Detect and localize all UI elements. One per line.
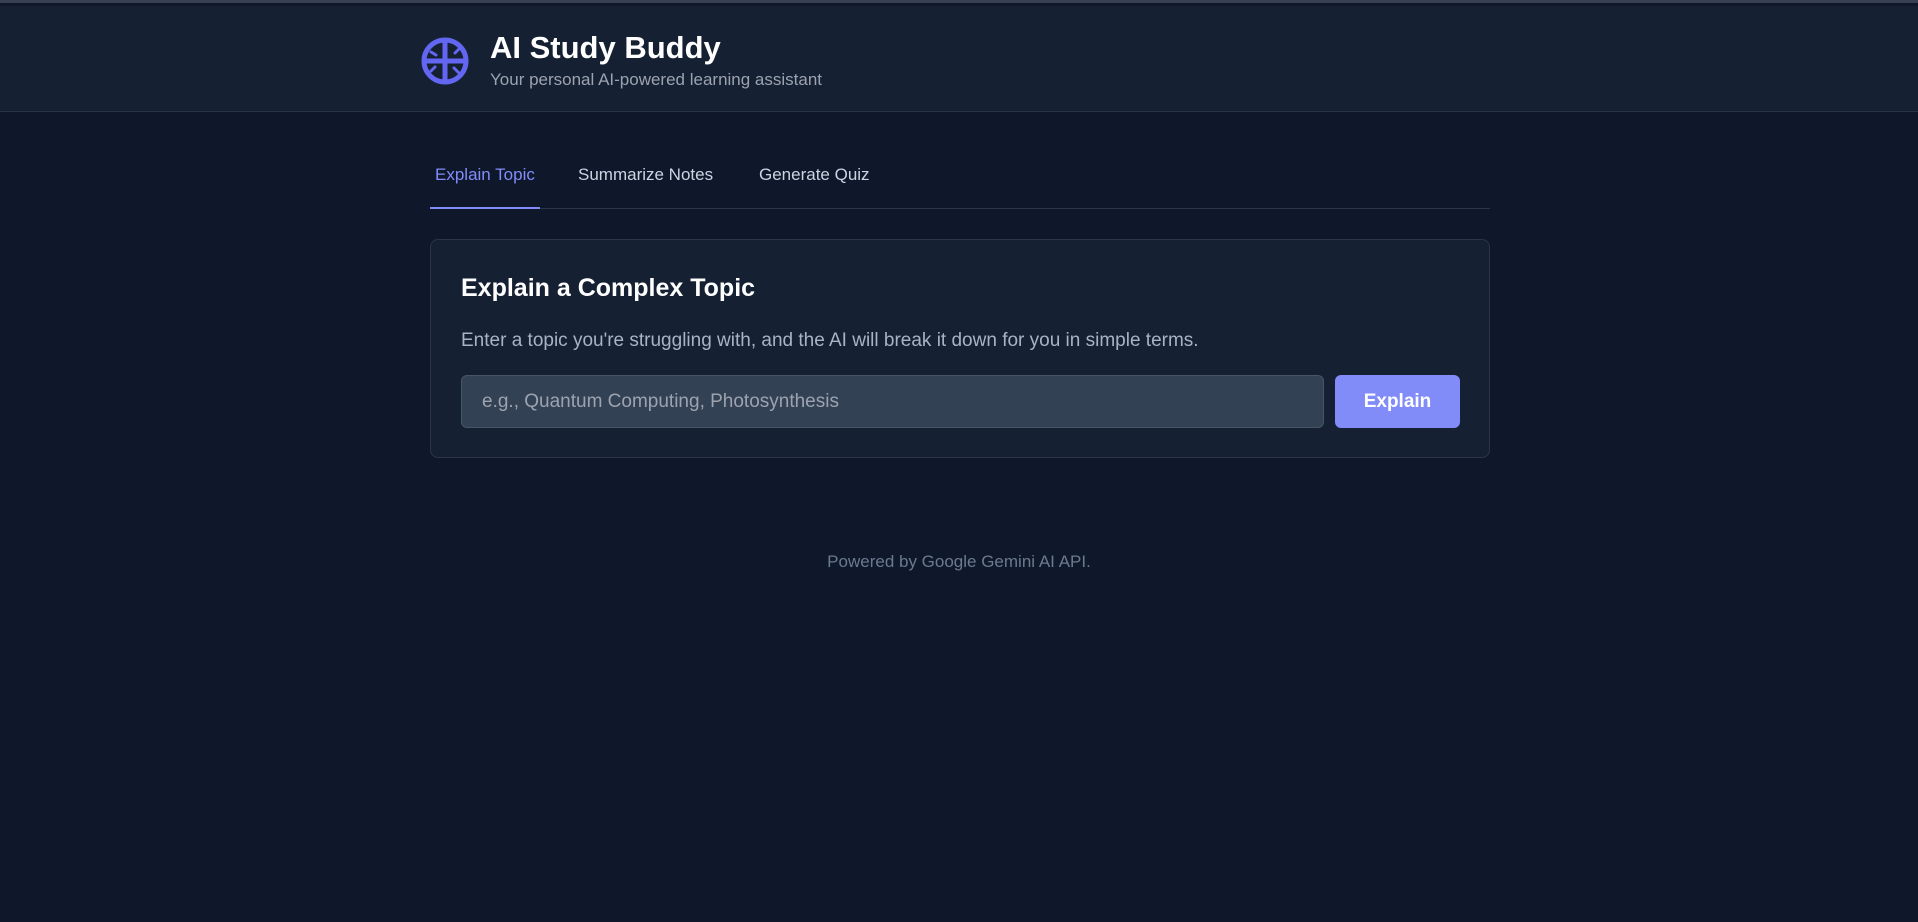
card-description: Enter a topic you're struggling with, an… bbox=[461, 330, 1199, 351]
app-title: AI Study Buddy bbox=[490, 30, 721, 65]
topic-input[interactable] bbox=[461, 375, 1324, 428]
tab-generate-quiz[interactable]: Generate Quiz bbox=[759, 153, 870, 209]
footer-credit: Powered by Google Gemini AI API. bbox=[827, 552, 1091, 571]
explain-button[interactable]: Explain bbox=[1335, 375, 1460, 428]
card-title: Explain a Complex Topic bbox=[461, 274, 756, 302]
tab-summarize-notes[interactable]: Summarize Notes bbox=[578, 153, 713, 209]
brain-globe-icon bbox=[421, 37, 469, 85]
app-header: AI Study Buddy Your personal AI-powered … bbox=[0, 6, 1918, 112]
tab-bar: Explain Topic Summarize Notes Generate Q… bbox=[430, 153, 1490, 209]
app-page: AI Study Buddy Your personal AI-powered … bbox=[0, 0, 1918, 922]
explain-topic-card: Explain a Complex Topic Enter a topic yo… bbox=[430, 239, 1490, 458]
tab-explain-topic[interactable]: Explain Topic bbox=[430, 153, 540, 209]
app-subtitle: Your personal AI-powered learning assist… bbox=[490, 70, 823, 89]
